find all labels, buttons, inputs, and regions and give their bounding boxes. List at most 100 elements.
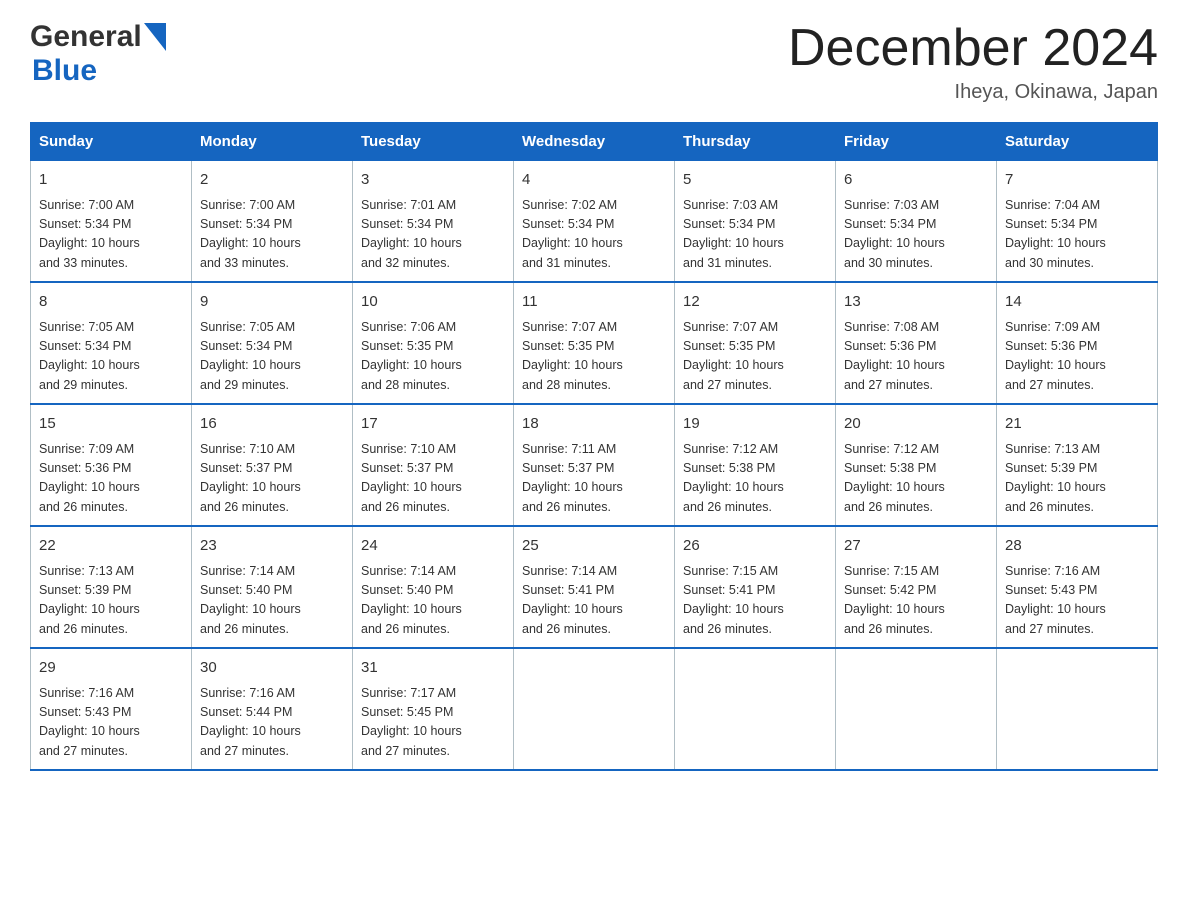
calendar-cell: 20 Sunrise: 7:12 AMSunset: 5:38 PMDayligh… xyxy=(836,404,997,526)
calendar-cell: 21Sunrise: 7:13 AMSunset: 5:39 PMDayligh… xyxy=(997,404,1158,526)
day-number: 10 xyxy=(361,291,505,314)
logo-blue-text: Blue xyxy=(32,54,97,88)
day-number: 11 xyxy=(522,291,666,314)
logo-chevron-icon xyxy=(144,23,166,51)
header-wednesday: Wednesday xyxy=(514,123,675,161)
calendar-cell: 24 Sunrise: 7:14 AMSunset: 5:40 PMDayligh… xyxy=(353,526,514,648)
calendar-week-row: 29 Sunrise: 7:16 AMSunset: 5:43 PMDayligh… xyxy=(31,648,1158,770)
day-info: Sunrise: 7:05 AMSunset: 5:34 PMDaylight:… xyxy=(200,318,344,396)
day-info: Sunrise: 7:14 AMSunset: 5:40 PMDaylight:… xyxy=(361,562,505,640)
day-number: 25 xyxy=(522,535,666,558)
day-info: Sunrise: 7:08 AMSunset: 5:36 PMDaylight:… xyxy=(844,318,988,396)
calendar-cell: 2 Sunrise: 7:00 AMSunset: 5:34 PMDaylight… xyxy=(192,161,353,283)
day-number: 12 xyxy=(683,291,827,314)
calendar-cell: 26 Sunrise: 7:15 AMSunset: 5:41 PMDayligh… xyxy=(675,526,836,648)
calendar-table: SundayMondayTuesdayWednesdayThursdayFrid… xyxy=(30,122,1158,771)
calendar-cell: 22Sunrise: 7:13 AMSunset: 5:39 PMDayligh… xyxy=(31,526,192,648)
day-number: 31 xyxy=(361,657,505,680)
calendar-cell: 19Sunrise: 7:12 AMSunset: 5:38 PMDayligh… xyxy=(675,404,836,526)
day-info: Sunrise: 7:10 AMSunset: 5:37 PMDaylight:… xyxy=(200,440,344,518)
day-info: Sunrise: 7:03 AMSunset: 5:34 PMDaylight:… xyxy=(683,196,827,274)
day-info: Sunrise: 7:17 AMSunset: 5:45 PMDaylight:… xyxy=(361,684,505,762)
calendar-cell: 27 Sunrise: 7:15 AMSunset: 5:42 PMDayligh… xyxy=(836,526,997,648)
day-info: Sunrise: 7:11 AMSunset: 5:37 PMDaylight:… xyxy=(522,440,666,518)
calendar-cell: 29 Sunrise: 7:16 AMSunset: 5:43 PMDayligh… xyxy=(31,648,192,770)
day-number: 6 xyxy=(844,169,988,192)
logo-general-text: General xyxy=(30,20,142,54)
logo: General Blue xyxy=(30,20,166,88)
title-block: December 2024 Iheya, Okinawa, Japan xyxy=(788,20,1158,104)
calendar-cell: 9 Sunrise: 7:05 AMSunset: 5:34 PMDaylight… xyxy=(192,282,353,404)
day-number: 23 xyxy=(200,535,344,558)
page-header: General Blue December 2024 Iheya, Okinaw… xyxy=(30,20,1158,104)
day-info: Sunrise: 7:09 AMSunset: 5:36 PMDaylight:… xyxy=(39,440,183,518)
day-number: 20 xyxy=(844,413,988,436)
day-info: Sunrise: 7:12 AMSunset: 5:38 PMDaylight:… xyxy=(683,440,827,518)
day-info: Sunrise: 7:15 AMSunset: 5:41 PMDaylight:… xyxy=(683,562,827,640)
day-info: Sunrise: 7:16 AMSunset: 5:44 PMDaylight:… xyxy=(200,684,344,762)
day-info: Sunrise: 7:02 AMSunset: 5:34 PMDaylight:… xyxy=(522,196,666,274)
day-info: Sunrise: 7:12 AMSunset: 5:38 PMDaylight:… xyxy=(844,440,988,518)
day-info: Sunrise: 7:15 AMSunset: 5:42 PMDaylight:… xyxy=(844,562,988,640)
day-number: 27 xyxy=(844,535,988,558)
header-monday: Monday xyxy=(192,123,353,161)
day-number: 26 xyxy=(683,535,827,558)
header-thursday: Thursday xyxy=(675,123,836,161)
calendar-cell: 28Sunrise: 7:16 AMSunset: 5:43 PMDayligh… xyxy=(997,526,1158,648)
calendar-cell: 15Sunrise: 7:09 AMSunset: 5:36 PMDayligh… xyxy=(31,404,192,526)
location-subtitle: Iheya, Okinawa, Japan xyxy=(788,81,1158,104)
calendar-header-row: SundayMondayTuesdayWednesdayThursdayFrid… xyxy=(31,123,1158,161)
day-number: 24 xyxy=(361,535,505,558)
calendar-cell: 16 Sunrise: 7:10 AMSunset: 5:37 PMDayligh… xyxy=(192,404,353,526)
calendar-cell: 1Sunrise: 7:00 AMSunset: 5:34 PMDaylight… xyxy=(31,161,192,283)
calendar-cell: 11Sunrise: 7:07 AMSunset: 5:35 PMDayligh… xyxy=(514,282,675,404)
day-info: Sunrise: 7:14 AMSunset: 5:40 PMDaylight:… xyxy=(200,562,344,640)
day-number: 18 xyxy=(522,413,666,436)
day-number: 5 xyxy=(683,169,827,192)
day-info: Sunrise: 7:07 AMSunset: 5:35 PMDaylight:… xyxy=(683,318,827,396)
day-info: Sunrise: 7:16 AMSunset: 5:43 PMDaylight:… xyxy=(1005,562,1149,640)
day-number: 2 xyxy=(200,169,344,192)
calendar-cell: 12 Sunrise: 7:07 AMSunset: 5:35 PMDayligh… xyxy=(675,282,836,404)
calendar-cell: 4 Sunrise: 7:02 AMSunset: 5:34 PMDaylight… xyxy=(514,161,675,283)
day-number: 7 xyxy=(1005,169,1149,192)
calendar-cell: 31 Sunrise: 7:17 AMSunset: 5:45 PMDayligh… xyxy=(353,648,514,770)
day-info: Sunrise: 7:05 AMSunset: 5:34 PMDaylight:… xyxy=(39,318,183,396)
day-info: Sunrise: 7:13 AMSunset: 5:39 PMDaylight:… xyxy=(1005,440,1149,518)
day-number: 29 xyxy=(39,657,183,680)
calendar-cell: 7Sunrise: 7:04 AMSunset: 5:34 PMDaylight… xyxy=(997,161,1158,283)
day-number: 13 xyxy=(844,291,988,314)
calendar-cell: 23 Sunrise: 7:14 AMSunset: 5:40 PMDayligh… xyxy=(192,526,353,648)
day-info: Sunrise: 7:01 AMSunset: 5:34 PMDaylight:… xyxy=(361,196,505,274)
calendar-cell: 3Sunrise: 7:01 AMSunset: 5:34 PMDaylight… xyxy=(353,161,514,283)
day-info: Sunrise: 7:00 AMSunset: 5:34 PMDaylight:… xyxy=(200,196,344,274)
calendar-title: December 2024 xyxy=(788,20,1158,77)
day-info: Sunrise: 7:14 AMSunset: 5:41 PMDaylight:… xyxy=(522,562,666,640)
day-number: 30 xyxy=(200,657,344,680)
header-saturday: Saturday xyxy=(997,123,1158,161)
header-friday: Friday xyxy=(836,123,997,161)
day-number: 8 xyxy=(39,291,183,314)
day-number: 14 xyxy=(1005,291,1149,314)
header-sunday: Sunday xyxy=(31,123,192,161)
calendar-cell xyxy=(836,648,997,770)
day-info: Sunrise: 7:16 AMSunset: 5:43 PMDaylight:… xyxy=(39,684,183,762)
day-info: Sunrise: 7:03 AMSunset: 5:34 PMDaylight:… xyxy=(844,196,988,274)
calendar-cell: 10 Sunrise: 7:06 AMSunset: 5:35 PMDayligh… xyxy=(353,282,514,404)
calendar-cell: 6 Sunrise: 7:03 AMSunset: 5:34 PMDaylight… xyxy=(836,161,997,283)
calendar-cell: 14 Sunrise: 7:09 AMSunset: 5:36 PMDayligh… xyxy=(997,282,1158,404)
calendar-week-row: 1Sunrise: 7:00 AMSunset: 5:34 PMDaylight… xyxy=(31,161,1158,283)
day-number: 9 xyxy=(200,291,344,314)
calendar-cell: 18 Sunrise: 7:11 AMSunset: 5:37 PMDayligh… xyxy=(514,404,675,526)
day-number: 16 xyxy=(200,413,344,436)
calendar-cell: 30 Sunrise: 7:16 AMSunset: 5:44 PMDayligh… xyxy=(192,648,353,770)
calendar-cell: 25 Sunrise: 7:14 AMSunset: 5:41 PMDayligh… xyxy=(514,526,675,648)
calendar-week-row: 8 Sunrise: 7:05 AMSunset: 5:34 PMDaylight… xyxy=(31,282,1158,404)
day-info: Sunrise: 7:09 AMSunset: 5:36 PMDaylight:… xyxy=(1005,318,1149,396)
day-number: 4 xyxy=(522,169,666,192)
calendar-cell xyxy=(997,648,1158,770)
day-info: Sunrise: 7:06 AMSunset: 5:35 PMDaylight:… xyxy=(361,318,505,396)
calendar-cell xyxy=(514,648,675,770)
calendar-cell: 17Sunrise: 7:10 AMSunset: 5:37 PMDayligh… xyxy=(353,404,514,526)
calendar-cell xyxy=(675,648,836,770)
